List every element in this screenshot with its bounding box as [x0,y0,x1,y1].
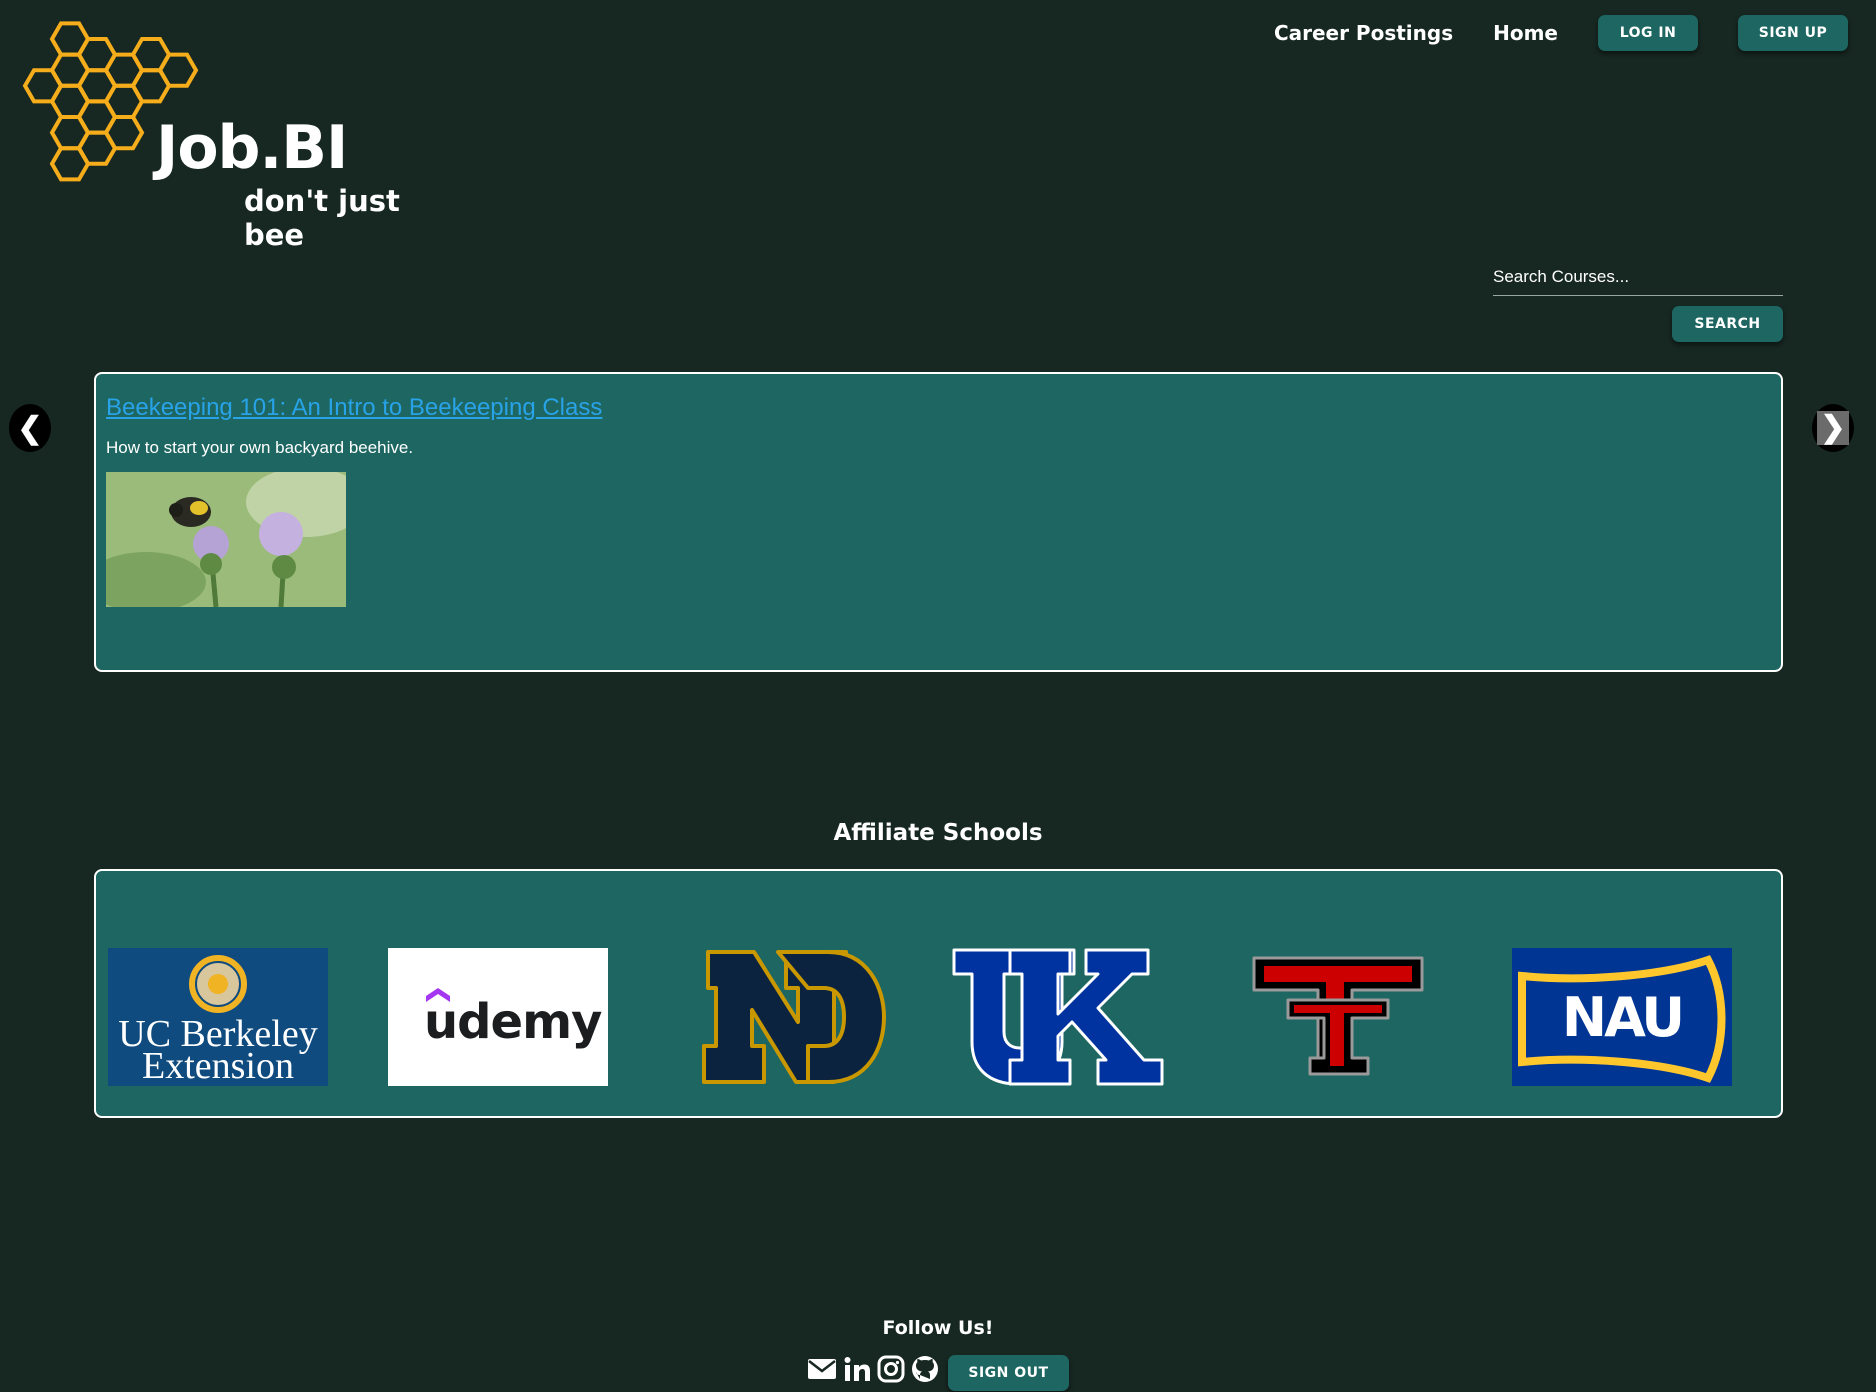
brand-tagline: don't just bee [244,184,400,252]
nav-link-career-postings[interactable]: Career Postings [1274,21,1453,45]
carousel-prev-button[interactable]: ❮ [9,404,51,452]
nau-wordmark: NAU [1562,986,1682,1049]
texas-tech-logo[interactable] [1228,948,1448,1086]
course-description: How to start your own backyard beehive. [106,438,414,457]
nav-link-home[interactable]: Home [1493,21,1558,45]
affiliate-heading: Affiliate Schools [833,820,1043,846]
signout-button[interactable]: SIGN OUT [948,1355,1069,1391]
brand-name: Job.BI [156,113,348,183]
site-logo[interactable]: Job.BI don't just bee [16,16,456,252]
udemy-logo[interactable]: udemy [388,948,608,1086]
instagram-icon[interactable] [877,1355,905,1388]
kentucky-logo[interactable] [948,948,1168,1086]
github-icon[interactable] [911,1355,939,1388]
udemy-wordmark: udemy [424,994,602,1050]
course-carousel: Beekeeping 101: An Intro to Beekeeping C… [94,372,1783,672]
chevron-right-icon: ❯ [1817,411,1849,445]
search-button[interactable]: SEARCH [1672,306,1783,342]
chevron-left-icon: ❮ [17,411,43,445]
carousel-next-button[interactable]: ❯ [1812,404,1854,452]
course-image [106,472,346,607]
nau-logo[interactable]: NAU [1512,948,1732,1086]
social-links [807,1355,945,1388]
login-button[interactable]: LOG IN [1598,15,1698,51]
affiliate-schools-panel: UC Berkeley Extension udemy NAU [94,869,1783,1118]
notre-dame-logo[interactable] [668,948,888,1086]
search-input[interactable] [1493,258,1783,296]
course-title-link[interactable]: Beekeeping 101: An Intro to Beekeeping C… [106,394,602,422]
uc-berkeley-line2: Extension [142,1045,294,1086]
signup-button[interactable]: SIGN UP [1738,15,1848,51]
linkedin-icon[interactable] [843,1355,871,1388]
follow-us-label: Follow Us! [882,1317,994,1339]
top-nav: Career Postings Home LOG IN SIGN UP [1274,15,1848,51]
uc-berkeley-extension-logo[interactable]: UC Berkeley Extension [108,948,328,1087]
envelope-icon[interactable] [807,1357,837,1386]
